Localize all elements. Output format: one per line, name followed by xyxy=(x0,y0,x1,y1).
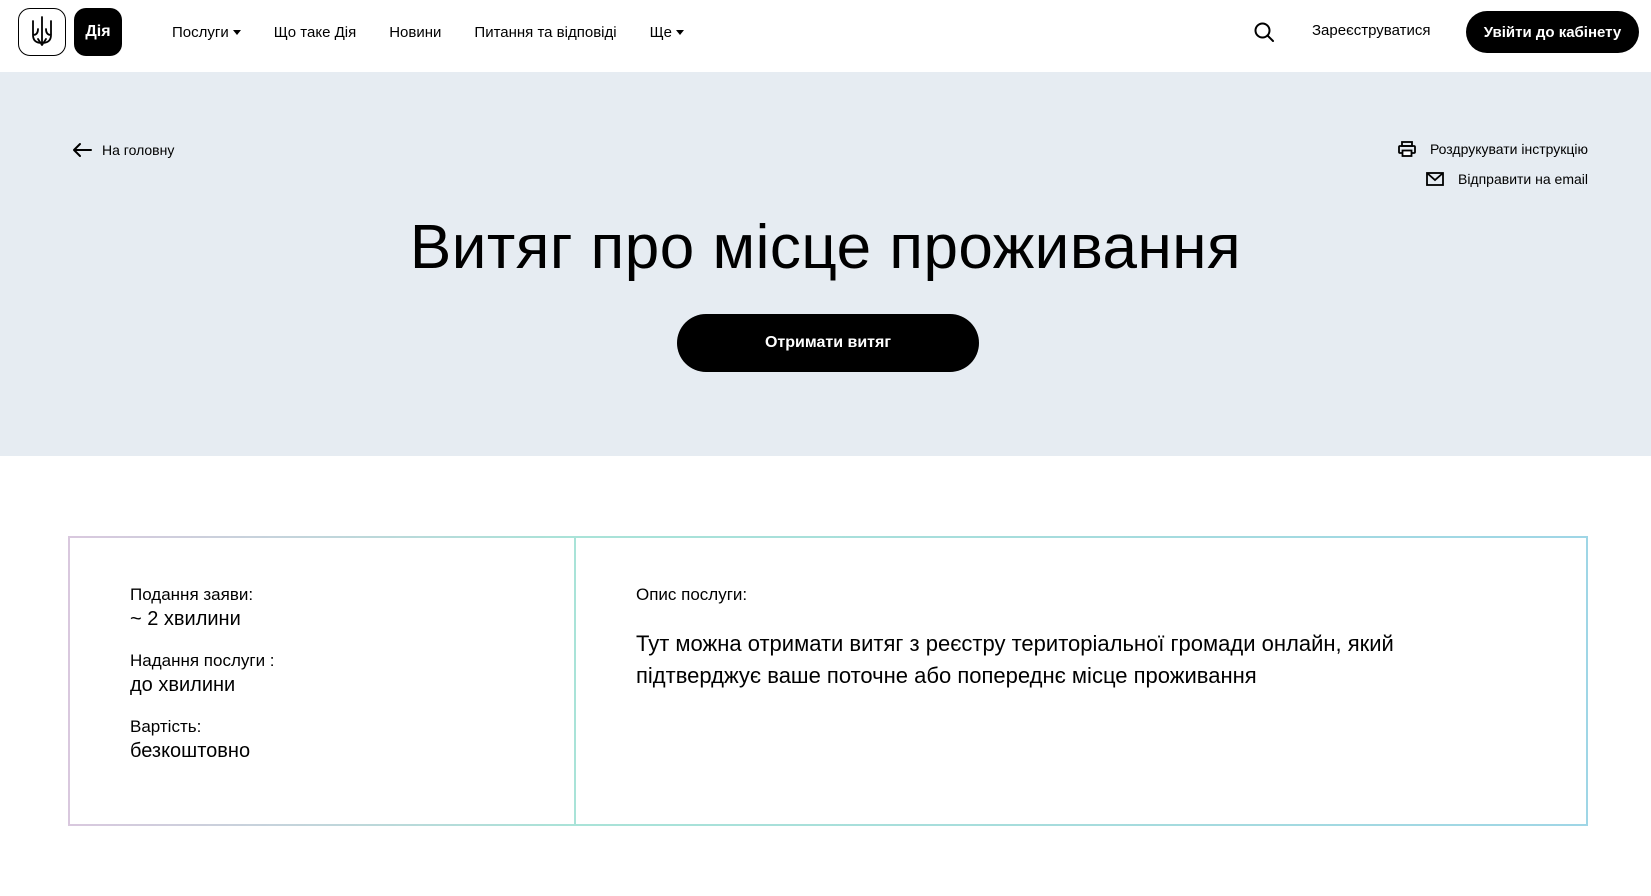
meta-item-application-time: Подання заяви: ~ 2 хвилини xyxy=(130,584,574,632)
meta-item-service-time: Надання послуги : до хвилини xyxy=(130,650,574,698)
arrow-left-icon xyxy=(73,143,92,157)
nav-item-what-is-diia[interactable]: Що таке Дія xyxy=(274,24,356,41)
nav-item-news[interactable]: Новини xyxy=(389,24,441,41)
site-header: Дія Послуги Що таке Дія Новини Питання т… xyxy=(0,0,1651,72)
meta-label: Подання заяви: xyxy=(130,585,254,604)
get-extract-button[interactable]: Отримати витяг xyxy=(677,314,979,372)
search-icon[interactable] xyxy=(1252,20,1276,44)
nav-item-faq[interactable]: Питання та відповіді xyxy=(474,24,616,41)
nav-item-label: Новини xyxy=(389,23,442,41)
diia-logo[interactable]: Дія xyxy=(74,8,122,56)
caret-down-icon xyxy=(232,29,241,35)
trident-logo[interactable] xyxy=(18,8,66,56)
nav-item-more[interactable]: Ще xyxy=(650,24,684,41)
send-email-link[interactable]: Відправити на email xyxy=(1426,171,1588,187)
mail-icon xyxy=(1426,172,1444,186)
meta-value: безкоштовно xyxy=(130,740,251,762)
register-link[interactable]: Зареєструватися xyxy=(1312,22,1430,39)
email-link-label: Відправити на email xyxy=(1457,171,1588,187)
login-button[interactable]: Увійти до кабінету xyxy=(1466,11,1639,53)
service-description-panel: Опис послуги: Тут можна отримати витяг з… xyxy=(576,538,1586,824)
printer-icon xyxy=(1398,141,1416,157)
meta-value: ~ 2 хвилини xyxy=(130,608,241,630)
description-text: Тут можна отримати витяг з реєстру терит… xyxy=(636,631,1394,688)
back-to-home-link[interactable]: На головну xyxy=(72,142,174,158)
nav-item-label: Ще xyxy=(649,23,672,41)
meta-value: до хвилини xyxy=(130,674,236,696)
service-info-card: Подання заяви: ~ 2 хвилини Надання послу… xyxy=(68,536,1588,826)
service-meta-panel: Подання заяви: ~ 2 хвилини Надання послу… xyxy=(70,538,576,824)
meta-label: Надання послуги : xyxy=(130,651,275,670)
back-link-label: На головну xyxy=(102,142,175,158)
print-instruction-link[interactable]: Роздрукувати інструкцію xyxy=(1398,141,1588,157)
nav-item-label: Послуги xyxy=(172,23,229,41)
hero-section: На головну Роздрукувати інструкцію Відпр… xyxy=(0,72,1651,456)
nav-item-label: Що таке Дія xyxy=(273,23,357,41)
main-nav: Послуги Що таке Дія Новини Питання та ві… xyxy=(172,0,717,64)
meta-item-cost: Вартість: безкоштовно xyxy=(130,716,574,764)
meta-label: Вартість: xyxy=(130,717,202,736)
trident-icon xyxy=(32,16,52,46)
nav-item-services[interactable]: Послуги xyxy=(172,24,241,41)
description-label: Опис послуги: xyxy=(636,585,748,604)
nav-item-label: Питання та відповіді xyxy=(474,23,617,41)
caret-down-icon xyxy=(676,29,684,35)
page-title: Витяг про місце проживання xyxy=(409,213,1242,282)
print-link-label: Роздрукувати інструкцію xyxy=(1429,141,1588,157)
